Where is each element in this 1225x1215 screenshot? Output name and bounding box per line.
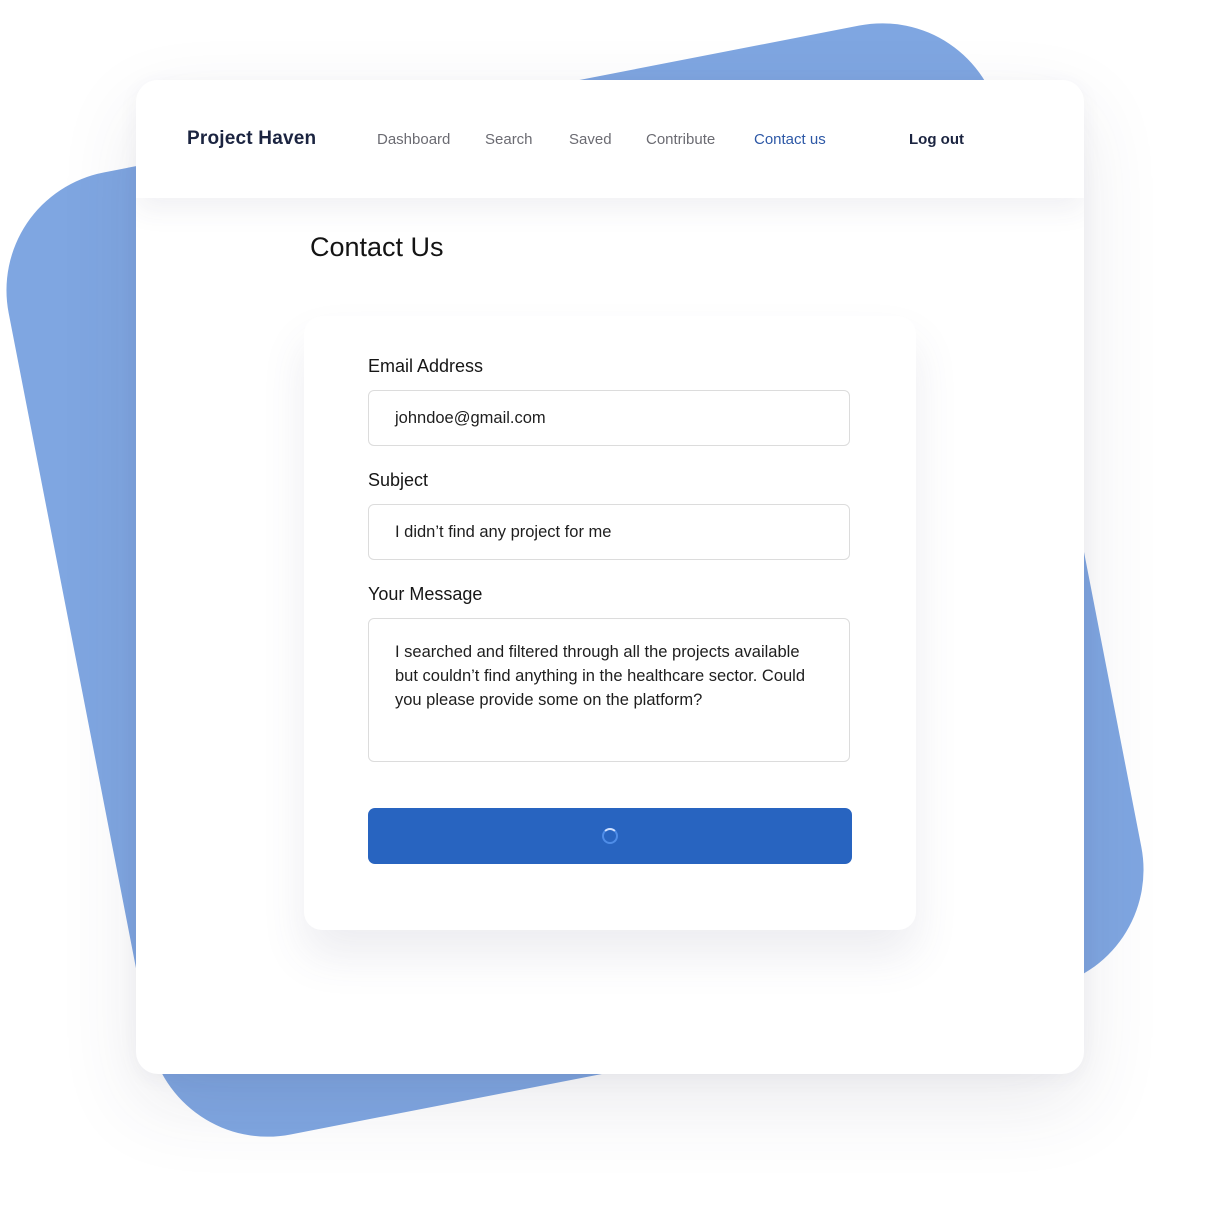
message-textarea[interactable]: I searched and filtered through all the … [368,618,850,762]
brand-logo[interactable]: Project Haven [187,128,316,150]
spinner-icon [602,828,618,844]
subject-label: Subject [368,470,429,490]
nav-item-contact-us[interactable]: Contact us [754,131,826,148]
email-label: Email Address [368,356,484,376]
logout-link[interactable]: Log out [909,131,964,148]
nav-item-dashboard[interactable]: Dashboard [377,131,450,148]
submit-button[interactable] [368,808,852,864]
top-navbar: Project Haven Dashboard Search Saved Con… [136,80,1084,198]
nav-item-search[interactable]: Search [485,131,533,148]
contact-form-card: Email Address johndoe@gmail.com Subject … [304,316,916,930]
message-label: Your Message [368,584,483,604]
email-field[interactable]: johndoe@gmail.com [368,390,850,446]
nav-item-contribute[interactable]: Contribute [646,131,715,148]
nav-item-saved[interactable]: Saved [569,131,612,148]
subject-field[interactable]: I didn’t find any project for me [368,504,850,560]
app-window: Project Haven Dashboard Search Saved Con… [136,80,1084,1074]
page-title: Contact Us [310,232,444,262]
